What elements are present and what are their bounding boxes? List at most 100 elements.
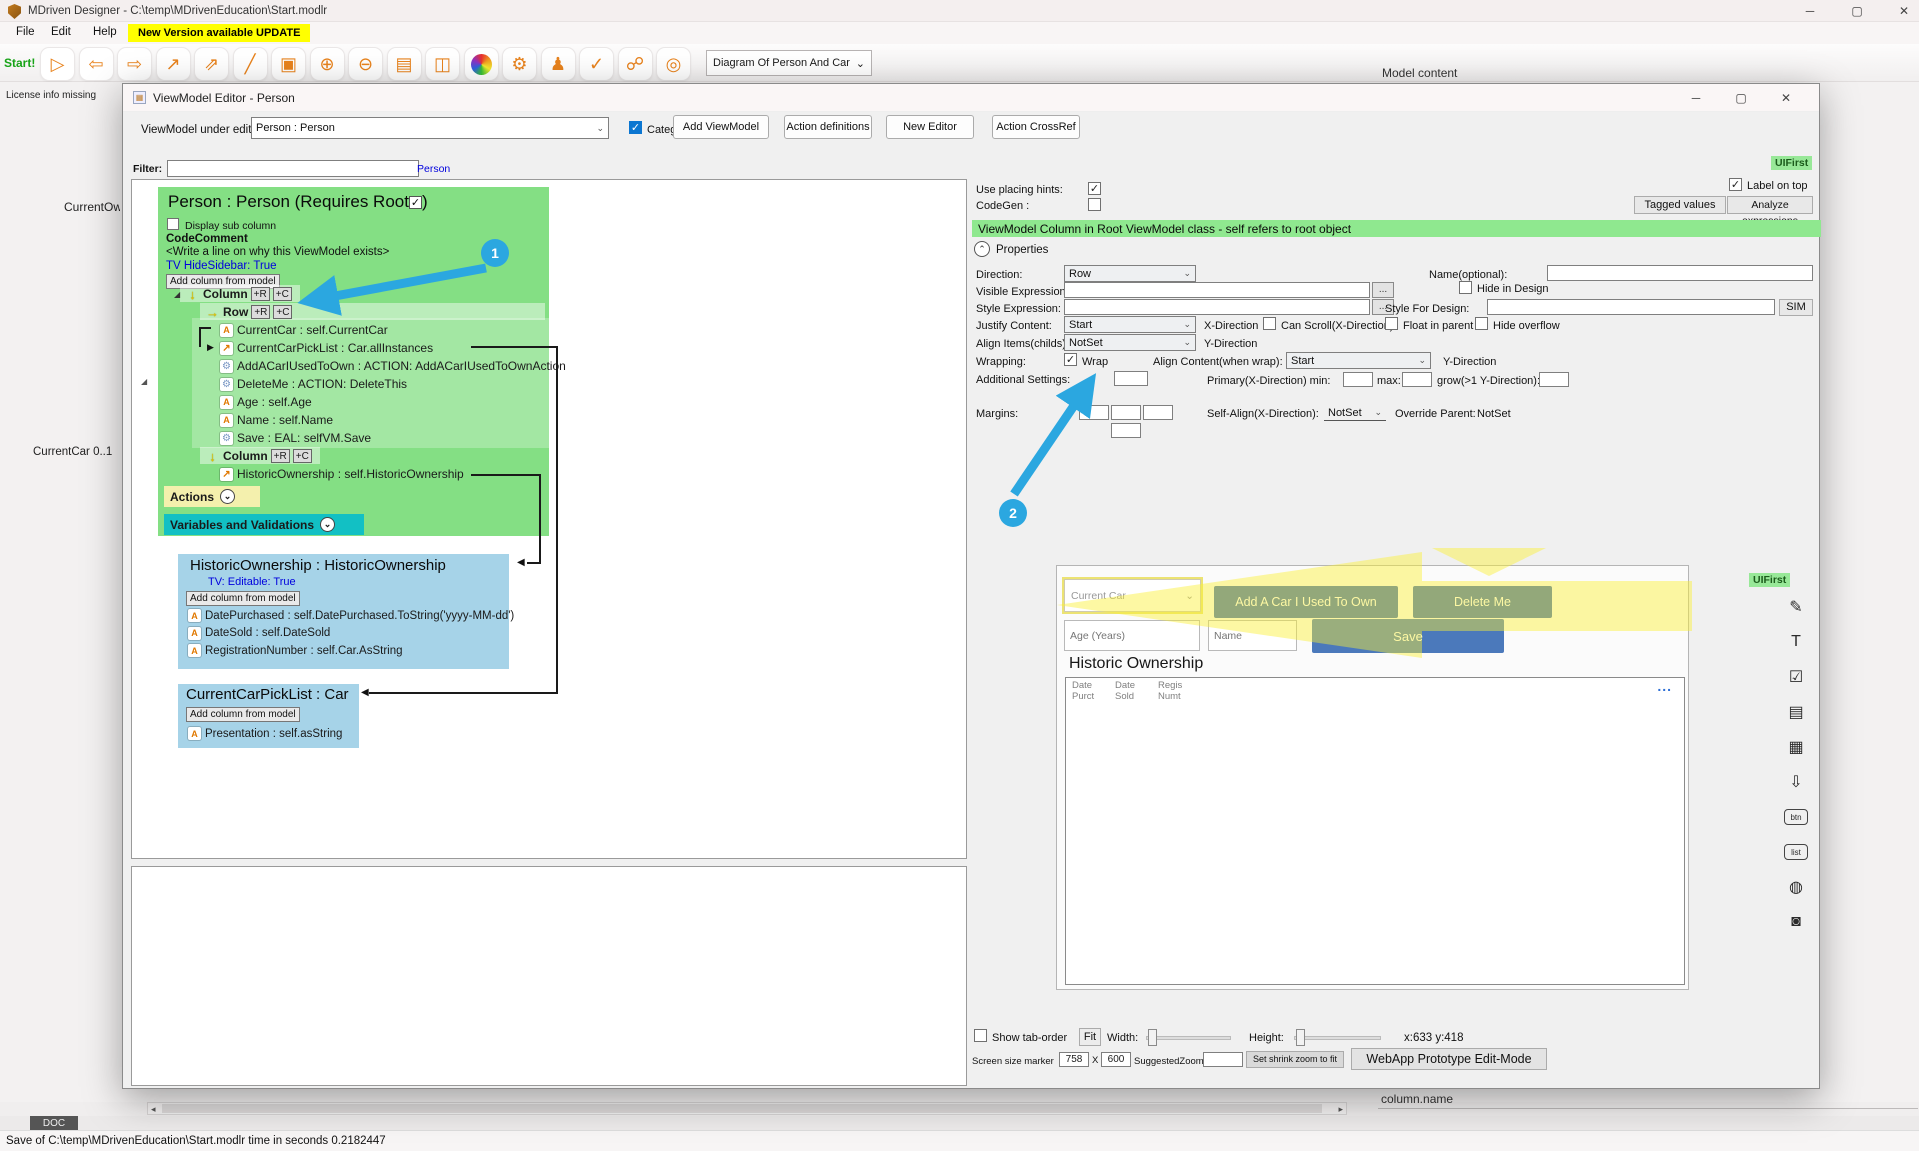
name-field[interactable]: [1208, 620, 1297, 651]
collapse-properties-button[interactable]: ⌃: [974, 241, 990, 257]
additional-settings-input[interactable]: [1114, 371, 1148, 386]
expander-icon[interactable]: ◢: [174, 290, 180, 299]
checkbox-control-icon[interactable]: ☑: [1783, 664, 1809, 690]
add-column-from-model-button[interactable]: Add column from model: [186, 591, 300, 606]
chevron-down-icon[interactable]: ⌄: [320, 517, 336, 532]
forward-arrow-icon[interactable]: ⇨: [117, 47, 152, 81]
viewmodel-column-item[interactable]: A RegistrationNumber : self.Car.AsString: [188, 644, 403, 657]
label-on-top-checkbox[interactable]: [1729, 178, 1742, 191]
dialog-minimize-button[interactable]: ─: [1679, 87, 1713, 109]
tree-row[interactable]: ◢ ↓ Column +R +C: [158, 285, 549, 303]
tree-row[interactable]: A CurrentCar : self.CurrentCar: [158, 321, 549, 339]
select-frame-icon[interactable]: ▣: [271, 47, 306, 81]
tree-row[interactable]: A Age : self.Age: [158, 393, 549, 411]
image-download-icon[interactable]: ⇩: [1783, 769, 1809, 795]
margin-bottom-input[interactable]: [1111, 423, 1141, 438]
viewmodel-column-item[interactable]: A DatePurchased : self.DatePurchased.ToSt…: [188, 609, 514, 622]
variables-section-bar[interactable]: Variables and Validations ⌄: [164, 514, 364, 535]
sim-button[interactable]: SIM: [1779, 299, 1813, 316]
menu-edit[interactable]: Edit: [51, 26, 71, 38]
categ-checkbox[interactable]: [629, 121, 642, 134]
code-comment-value[interactable]: <Write a line on why this ViewModel exis…: [166, 246, 389, 258]
display-sub-column-checkbox[interactable]: [167, 218, 179, 230]
add-column-button[interactable]: +C: [273, 305, 293, 319]
table-menu-ellipsis[interactable]: ...: [1657, 678, 1672, 694]
margin-left-input[interactable]: [1079, 405, 1109, 420]
visible-expression-input[interactable]: [1064, 282, 1370, 298]
hide-overflow-checkbox[interactable]: [1475, 317, 1488, 330]
show-tab-order-checkbox[interactable]: [974, 1029, 987, 1042]
tagged-value-editable[interactable]: TV: Editable: True: [208, 576, 296, 588]
height-slider-track[interactable]: [1294, 1036, 1381, 1040]
style-for-design-input[interactable]: [1487, 299, 1775, 315]
draw-association-icon[interactable]: ⇗: [194, 47, 229, 81]
fit-button[interactable]: Fit: [1079, 1028, 1101, 1046]
update-banner[interactable]: New Version available UPDATE: [128, 24, 311, 42]
back-arrow-icon[interactable]: ⇦: [78, 47, 114, 81]
table-column-header[interactable]: Regis Numt: [1158, 680, 1182, 703]
scroll-left-icon[interactable]: ◂: [151, 1103, 156, 1115]
tree-row[interactable]: ⚙ Save : EAL: selfVM.Save: [158, 429, 549, 447]
picklist-box[interactable]: CurrentCarPickList : Car Add column from…: [178, 684, 359, 748]
chevron-down-icon[interactable]: ⌄: [220, 489, 236, 504]
width-slider-track[interactable]: [1146, 1036, 1231, 1040]
max-input[interactable]: [1402, 372, 1432, 387]
color-wheel-icon[interactable]: [463, 47, 499, 81]
current-car-combo[interactable]: Current Car ⌄: [1062, 577, 1203, 614]
use-placing-hints-checkbox[interactable]: [1088, 182, 1101, 195]
settings-gears-icon[interactable]: ⚙: [502, 47, 537, 81]
add-viewmodel-button[interactable]: Add ViewModel: [673, 115, 769, 139]
diagram-selector[interactable]: Diagram Of Person And Car ⌄: [706, 50, 872, 76]
style-expression-input[interactable]: [1064, 299, 1370, 315]
action-definitions-button[interactable]: Action definitions: [784, 115, 872, 139]
align-content-combo[interactable]: Start ⌄: [1286, 352, 1431, 369]
root-viewmodel-box[interactable]: Person : Person (Requires Root ✓) Display…: [158, 187, 570, 536]
add-column-from-model-button[interactable]: Add column from model: [186, 707, 300, 722]
save-button[interactable]: Save: [1312, 619, 1504, 653]
window-minimize-button[interactable]: ─: [1793, 0, 1827, 22]
viewmodel-column-item[interactable]: A Presentation : self.asString: [188, 727, 342, 740]
validate-check-icon[interactable]: ✓: [579, 47, 614, 81]
edit-pencil-icon[interactable]: ✎: [1783, 594, 1809, 620]
margin-right-input[interactable]: [1143, 405, 1173, 420]
tree-row[interactable]: ↓ Column +R +C: [158, 447, 549, 465]
tagged-value-hidesidebar[interactable]: TV HideSidebar: True: [166, 260, 277, 272]
set-shrink-zoom-button[interactable]: Set shrink zoom to fit: [1246, 1051, 1344, 1068]
justify-content-combo[interactable]: Start ⌄: [1064, 316, 1196, 333]
new-editor-button[interactable]: New Editor: [886, 115, 974, 139]
draw-line-icon[interactable]: ↗: [155, 47, 191, 81]
menu-file[interactable]: File: [16, 26, 35, 38]
tree-row[interactable]: → Row +R +C: [158, 303, 549, 321]
analyze-expressions-button[interactable]: Analyze expressions: [1727, 196, 1813, 227]
horizontal-scrollbar[interactable]: ◂ ▸: [147, 1102, 1347, 1115]
requires-root-checkbox[interactable]: ✓: [408, 196, 422, 209]
ui-preview-surface[interactable]: Current Car ⌄ Add A Car I Used To Own De…: [1056, 565, 1689, 990]
scrollbar-thumb[interactable]: [162, 1104, 1322, 1113]
combobox-control-icon[interactable]: ▤: [1783, 699, 1809, 725]
secondary-pane[interactable]: [131, 866, 967, 1086]
action-crossref-button[interactable]: Action CrossRef: [992, 115, 1080, 139]
historic-ownership-table[interactable]: Date Purct Date Sold Regis Numt ...: [1065, 677, 1685, 985]
screen-height-input[interactable]: 600: [1101, 1052, 1131, 1067]
delete-me-button[interactable]: Delete Me: [1413, 586, 1552, 618]
scroll-right-icon[interactable]: ▸: [1338, 1103, 1343, 1115]
align-items-combo[interactable]: NotSet ⌄: [1064, 334, 1196, 351]
viewport-settings-icon[interactable]: ◙: [1783, 909, 1809, 935]
margin-top-input[interactable]: [1111, 405, 1141, 420]
add-column-button[interactable]: +C: [272, 287, 292, 301]
dialog-close-button[interactable]: ✕: [1769, 87, 1803, 109]
tree-row[interactable]: ⚙ DeleteMe : ACTION: DeleteThis: [158, 375, 549, 393]
primary-min-input[interactable]: [1343, 372, 1373, 387]
screen-width-input[interactable]: 758: [1059, 1052, 1089, 1067]
add-column-button[interactable]: +C: [292, 449, 312, 463]
datagrid-control-icon[interactable]: ▦: [1783, 734, 1809, 760]
self-align-combo[interactable]: NotSet ⌄: [1324, 405, 1386, 421]
name-optional-input[interactable]: [1547, 265, 1813, 281]
codegen-checkbox[interactable]: [1088, 198, 1101, 211]
tree-row[interactable]: ⚙ AddACarIUsedToOwn : ACTION: AddACarIUse…: [158, 357, 566, 375]
float-in-parent-checkbox[interactable]: [1385, 317, 1398, 330]
tree-row[interactable]: ↗ CurrentCarPickList : Car.allInstances: [158, 339, 549, 357]
add-row-button[interactable]: +R: [251, 305, 271, 319]
globe-control-icon[interactable]: ◍: [1783, 874, 1809, 900]
window-maximize-button[interactable]: ▢: [1840, 0, 1874, 22]
